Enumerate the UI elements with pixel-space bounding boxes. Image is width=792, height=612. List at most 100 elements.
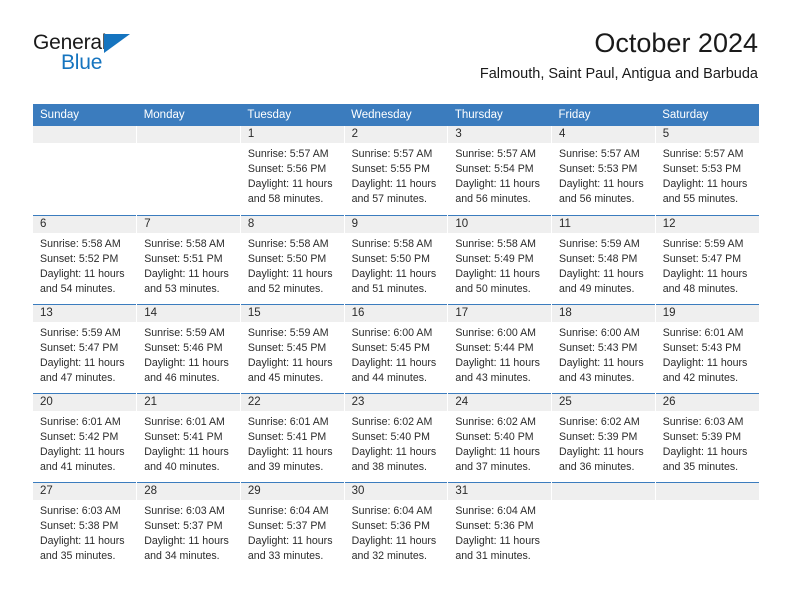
- calendar-page: General Blue October 2024 Falmouth, Sain…: [0, 0, 792, 612]
- day-cell[interactable]: 16 Sunrise: 6:00 AM Sunset: 5:45 PM Dayligh…: [344, 303, 449, 393]
- day-cell[interactable]: 14 Sunrise: 5:59 AM Sunset: 5:46 PM Dayligh…: [136, 303, 241, 393]
- calendar-week-row: 27 Sunrise: 6:03 AM Sunset: 5:38 PM Dayligh…: [33, 481, 759, 571]
- sunset-text: Sunset: 5:55 PM: [351, 163, 430, 176]
- day-number: 3: [448, 126, 552, 143]
- daylight-text: Daylight: 11 hours and 52 minutes.: [247, 267, 333, 295]
- sunset-text: Sunset: 5:52 PM: [40, 252, 119, 265]
- daylight-text: Daylight: 11 hours and 49 minutes.: [559, 267, 644, 295]
- day-number: 31: [448, 482, 552, 500]
- daylight-text: Daylight: 11 hours and 50 minutes.: [455, 267, 540, 295]
- day-cell[interactable]: 19 Sunrise: 6:01 AM Sunset: 5:43 PM Dayligh…: [655, 303, 759, 393]
- day-details: Sunrise: 6:04 AM Sunset: 5:37 PM Daylight:…: [241, 500, 344, 565]
- day-cell[interactable]: 24 Sunrise: 6:02 AM Sunset: 5:40 PM Dayligh…: [447, 392, 553, 482]
- day-cell[interactable]: 23 Sunrise: 6:02 AM Sunset: 5:40 PM Dayligh…: [344, 392, 449, 482]
- day-cell[interactable]: 25 Sunrise: 6:02 AM Sunset: 5:39 PM Dayligh…: [551, 392, 656, 482]
- day-cell[interactable]: 18 Sunrise: 6:00 AM Sunset: 5:43 PM Dayligh…: [551, 303, 656, 393]
- daylight-text: Daylight: 11 hours and 45 minutes.: [247, 356, 333, 384]
- day-cell[interactable]: 29 Sunrise: 6:04 AM Sunset: 5:37 PM Dayligh…: [240, 481, 345, 571]
- sunrise-text: Sunrise: 6:03 AM: [662, 415, 744, 428]
- day-cell[interactable]: 27 Sunrise: 6:03 AM Sunset: 5:38 PM Dayligh…: [33, 481, 138, 571]
- sunset-text: Sunset: 5:46 PM: [144, 341, 223, 354]
- sunset-text: Sunset: 5:49 PM: [455, 252, 534, 265]
- day-cell[interactable]: 28 Sunrise: 6:03 AM Sunset: 5:37 PM Dayligh…: [136, 481, 241, 571]
- daylight-text: Daylight: 11 hours and 33 minutes.: [247, 534, 333, 562]
- sunrise-text: Sunrise: 6:03 AM: [144, 504, 225, 517]
- day-cell[interactable]: 10 Sunrise: 5:58 AM Sunset: 5:49 PM Dayligh…: [447, 214, 553, 304]
- day-cell[interactable]: 26 Sunrise: 6:03 AM Sunset: 5:39 PM Dayligh…: [655, 392, 759, 482]
- day-details: Sunrise: 6:02 AM Sunset: 5:40 PM Daylight:…: [345, 411, 448, 476]
- sunset-text: Sunset: 5:39 PM: [559, 430, 638, 443]
- day-cell[interactable]: 15 Sunrise: 5:59 AM Sunset: 5:45 PM Dayligh…: [240, 303, 345, 393]
- sunrise-text: Sunrise: 6:04 AM: [455, 504, 536, 517]
- day-cell[interactable]: 21 Sunrise: 6:01 AM Sunset: 5:41 PM Dayligh…: [136, 392, 241, 482]
- day-cell[interactable]: 3 Sunrise: 5:57 AM Sunset: 5:54 PM Daylight…: [447, 126, 553, 215]
- calendar-week-row: 13 Sunrise: 5:59 AM Sunset: 5:47 PM Dayligh…: [33, 303, 759, 393]
- day-details: Sunrise: 5:57 AM Sunset: 5:56 PM Daylight:…: [241, 143, 344, 208]
- day-cell[interactable]: 2 Sunrise: 5:57 AM Sunset: 5:55 PM Daylight…: [344, 126, 449, 215]
- day-number: 28: [137, 482, 240, 500]
- sunrise-text: Sunrise: 6:00 AM: [559, 326, 640, 339]
- day-cell[interactable]: 12 Sunrise: 5:59 AM Sunset: 5:47 PM Dayligh…: [655, 214, 759, 304]
- day-details: Sunrise: 5:58 AM Sunset: 5:52 PM Daylight:…: [33, 233, 136, 298]
- sunrise-text: Sunrise: 5:58 AM: [40, 237, 121, 250]
- day-number: 17: [448, 304, 552, 322]
- weekday-header-tuesday: Tuesday: [240, 104, 345, 126]
- day-cell[interactable]: 13 Sunrise: 5:59 AM Sunset: 5:47 PM Dayligh…: [33, 303, 138, 393]
- day-cell[interactable]: 20 Sunrise: 6:01 AM Sunset: 5:42 PM Dayligh…: [33, 392, 138, 482]
- day-cell[interactable]: 8 Sunrise: 5:58 AM Sunset: 5:50 PM Daylight…: [240, 214, 345, 304]
- day-cell[interactable]: 31 Sunrise: 6:04 AM Sunset: 5:36 PM Dayligh…: [447, 481, 553, 571]
- daylight-text: Daylight: 11 hours and 35 minutes.: [662, 445, 748, 473]
- generalblue-logo: General Blue: [33, 32, 153, 78]
- day-number: 4: [552, 126, 655, 143]
- day-details: Sunrise: 5:58 AM Sunset: 5:50 PM Daylight:…: [345, 233, 448, 298]
- sunrise-text: Sunrise: 6:01 AM: [40, 415, 121, 428]
- day-details: Sunrise: 6:00 AM Sunset: 5:44 PM Daylight:…: [448, 322, 551, 387]
- sunrise-text: Sunrise: 6:02 AM: [351, 415, 433, 428]
- day-cell[interactable]: 30 Sunrise: 6:04 AM Sunset: 5:36 PM Dayligh…: [344, 481, 449, 571]
- day-details: Sunrise: 5:59 AM Sunset: 5:47 PM Daylight:…: [33, 322, 136, 387]
- day-cell[interactable]: 5 Sunrise: 5:57 AM Sunset: 5:53 PM Daylight…: [655, 126, 759, 215]
- day-details: Sunrise: 5:57 AM Sunset: 5:54 PM Daylight:…: [448, 143, 551, 208]
- sunset-text: Sunset: 5:50 PM: [247, 252, 327, 265]
- day-cell[interactable]: 6 Sunrise: 5:58 AM Sunset: 5:52 PM Daylight…: [33, 214, 138, 304]
- sunrise-text: Sunrise: 5:59 AM: [144, 326, 225, 339]
- day-details: Sunrise: 6:02 AM Sunset: 5:40 PM Daylight:…: [448, 411, 551, 476]
- sunrise-text: Sunrise: 6:04 AM: [247, 504, 329, 517]
- day-number: 14: [137, 304, 240, 322]
- daylight-text: Daylight: 11 hours and 48 minutes.: [662, 267, 748, 295]
- day-number: 2: [344, 126, 448, 143]
- daylight-text: Daylight: 11 hours and 42 minutes.: [662, 356, 748, 384]
- day-cell[interactable]: 7 Sunrise: 5:58 AM Sunset: 5:51 PM Daylight…: [136, 214, 241, 304]
- triangle-icon: [104, 34, 131, 53]
- sunrise-text: Sunrise: 5:58 AM: [351, 237, 433, 250]
- day-cell[interactable]: 22 Sunrise: 6:01 AM Sunset: 5:41 PM Dayligh…: [240, 392, 345, 482]
- day-details: Sunrise: 5:57 AM Sunset: 5:55 PM Daylight:…: [345, 143, 448, 208]
- day-cell[interactable]: 1 Sunrise: 5:57 AM Sunset: 5:56 PM Daylight…: [240, 126, 345, 215]
- day-details: Sunrise: 5:59 AM Sunset: 5:45 PM Daylight:…: [241, 322, 344, 387]
- day-cell[interactable]: 4 Sunrise: 5:57 AM Sunset: 5:53 PM Daylight…: [551, 126, 656, 215]
- day-cell[interactable]: 9 Sunrise: 5:58 AM Sunset: 5:50 PM Daylight…: [344, 214, 449, 304]
- daylight-text: Daylight: 11 hours and 31 minutes.: [455, 534, 540, 562]
- sunset-text: Sunset: 5:37 PM: [247, 519, 327, 532]
- day-cell[interactable]: 11 Sunrise: 5:59 AM Sunset: 5:48 PM Dayligh…: [551, 214, 656, 304]
- sunrise-text: Sunrise: 5:58 AM: [144, 237, 225, 250]
- daylight-text: Daylight: 11 hours and 37 minutes.: [455, 445, 540, 473]
- day-number: 8: [240, 215, 344, 233]
- day-number: 12: [655, 215, 759, 233]
- daylight-text: Daylight: 11 hours and 47 minutes.: [40, 356, 125, 384]
- sunset-text: Sunset: 5:54 PM: [455, 163, 534, 176]
- calendar-body: 1 Sunrise: 5:57 AM Sunset: 5:56 PM Daylight…: [33, 126, 759, 571]
- day-number: 20: [33, 393, 137, 411]
- day-cell-empty: [33, 126, 138, 215]
- daylight-text: Daylight: 11 hours and 43 minutes.: [559, 356, 644, 384]
- day-cell[interactable]: 17 Sunrise: 6:00 AM Sunset: 5:44 PM Dayligh…: [447, 303, 553, 393]
- day-details: Sunrise: 6:01 AM Sunset: 5:41 PM Daylight:…: [241, 411, 344, 476]
- sunset-text: Sunset: 5:51 PM: [144, 252, 223, 265]
- daylight-text: Daylight: 11 hours and 38 minutes.: [351, 445, 437, 473]
- day-number: 9: [344, 215, 448, 233]
- weekday-header-wednesday: Wednesday: [344, 104, 448, 126]
- day-details: Sunrise: 5:59 AM Sunset: 5:48 PM Daylight:…: [552, 233, 655, 298]
- day-number: 5: [655, 126, 759, 143]
- daylight-text: Daylight: 11 hours and 36 minutes.: [559, 445, 644, 473]
- day-details: Sunrise: 5:58 AM Sunset: 5:49 PM Daylight:…: [448, 233, 551, 298]
